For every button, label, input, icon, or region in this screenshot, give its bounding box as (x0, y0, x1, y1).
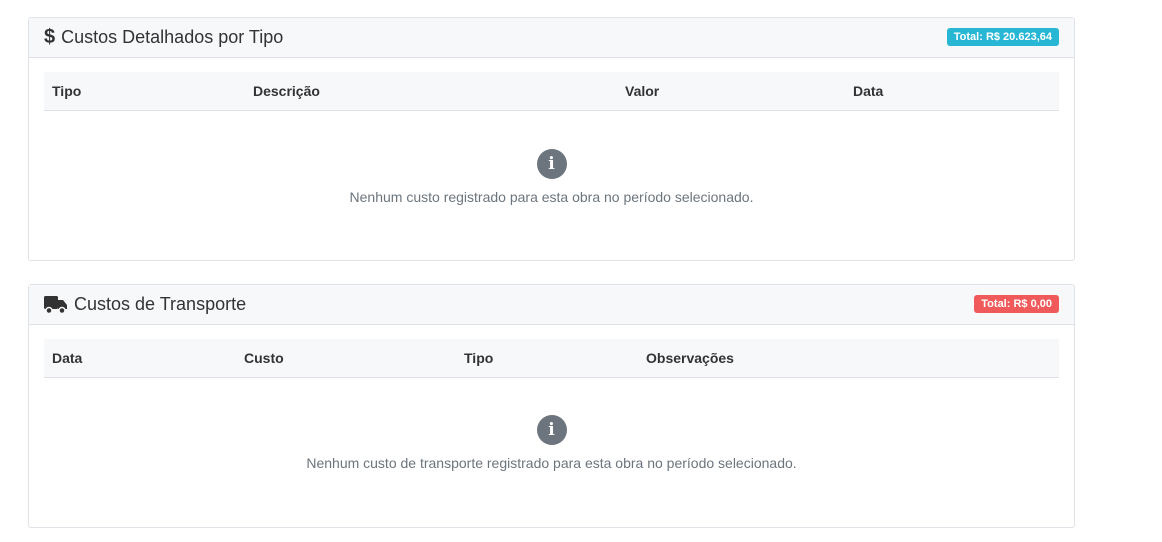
dollar-icon: $ (44, 26, 56, 48)
custos-detalhados-card: $ Custos Detalhados por Tipo Total: R$ 2… (28, 17, 1075, 261)
card-title: Custos de Transporte (44, 294, 246, 315)
table-header: Data Custo Tipo Observações (44, 339, 1059, 378)
card-title-text: Custos Detalhados por Tipo (61, 27, 284, 47)
column-header-observacoes[interactable]: Observações (646, 350, 734, 366)
info-icon: i (536, 149, 567, 179)
custos-transporte-card: Custos de Transporte Total: R$ 0,00 Data… (28, 284, 1075, 528)
card-header: $ Custos Detalhados por Tipo Total: R$ 2… (29, 18, 1074, 58)
truck-icon (44, 295, 67, 314)
card-header: Custos de Transporte Total: R$ 0,00 (29, 285, 1074, 325)
column-header-valor[interactable]: Valor (625, 83, 659, 99)
empty-message: Nenhum custo de transporte registrado pa… (306, 455, 797, 471)
column-header-custo[interactable]: Custo (244, 350, 284, 366)
column-header-data[interactable]: Data (52, 350, 82, 366)
empty-state: i Nenhum custo registrado para esta obra… (29, 149, 1074, 205)
card-title: $ Custos Detalhados por Tipo (44, 26, 283, 49)
table-header: Tipo Descrição Valor Data (44, 72, 1059, 111)
empty-message: Nenhum custo registrado para esta obra n… (349, 189, 754, 205)
column-header-tipo[interactable]: Tipo (464, 350, 493, 366)
empty-state: i Nenhum custo de transporte registrado … (29, 415, 1074, 471)
column-header-descricao[interactable]: Descrição (253, 83, 320, 99)
total-badge: Total: R$ 0,00 (974, 295, 1059, 313)
card-title-text: Custos de Transporte (74, 294, 247, 314)
column-header-data[interactable]: Data (853, 83, 883, 99)
info-icon: i (536, 415, 567, 445)
column-header-tipo[interactable]: Tipo (52, 83, 81, 99)
total-badge: Total: R$ 20.623,64 (946, 28, 1059, 46)
